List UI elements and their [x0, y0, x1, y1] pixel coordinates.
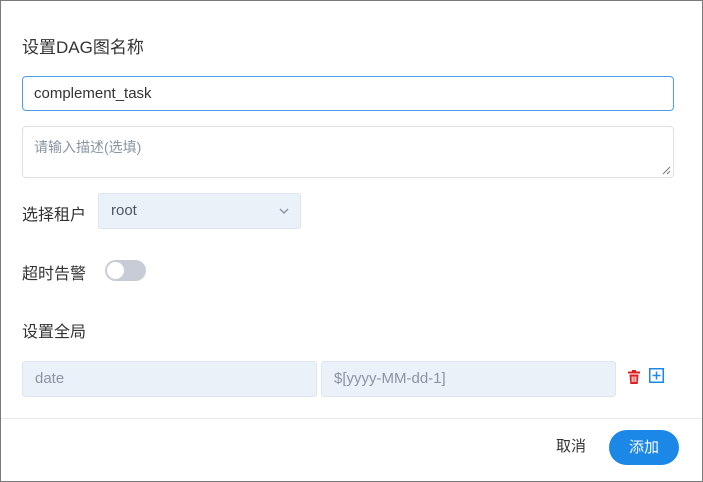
dag-name-input[interactable]: complement_task	[22, 76, 674, 111]
tenant-value: root	[111, 202, 137, 219]
description-placeholder: 请输入描述(选填)	[34, 139, 142, 155]
add-button[interactable]: 添加	[609, 430, 679, 465]
trash-icon[interactable]	[627, 370, 641, 385]
timeout-alert-toggle[interactable]	[105, 260, 146, 281]
resize-grip-icon[interactable]	[661, 165, 671, 175]
description-textarea[interactable]: 请输入描述(选填)	[22, 126, 674, 178]
cancel-button[interactable]: 取消	[544, 430, 598, 464]
plus-square-icon[interactable]	[649, 368, 664, 383]
dag-settings-dialog: 设置DAG图名称 complement_task 请输入描述(选填) 选择租户 …	[0, 0, 703, 482]
dag-name-title: 设置DAG图名称	[22, 38, 144, 57]
global-param-key-input[interactable]: date	[22, 361, 317, 397]
footer-divider	[1, 418, 702, 419]
tenant-select[interactable]: root	[98, 193, 301, 229]
global-params-label: 设置全局	[22, 324, 87, 341]
toggle-knob	[107, 262, 124, 279]
global-param-value-input[interactable]: $[yyyy-MM-dd-1]	[321, 361, 616, 397]
tenant-label: 选择租户	[22, 207, 87, 224]
chevron-down-icon	[279, 208, 289, 214]
timeout-alert-label: 超时告警	[22, 266, 87, 283]
